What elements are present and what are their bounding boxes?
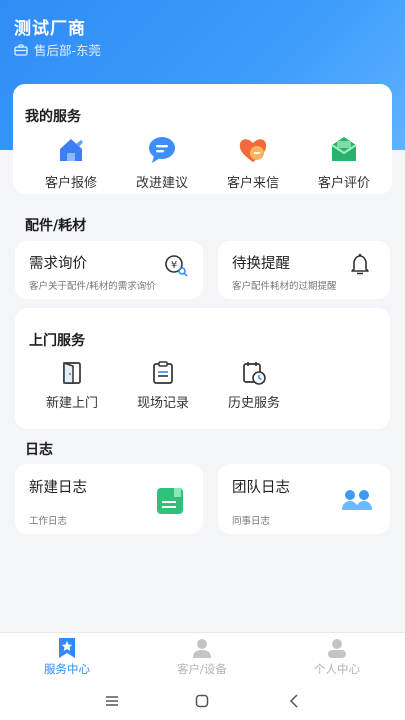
inquiry-card[interactable]: 需求询价 客户关于配件/耗材的需求询价 ¥: [15, 241, 203, 299]
team-log-desc: 同事日志: [232, 516, 271, 527]
visit-new[interactable]: 新建上门: [27, 360, 117, 411]
my-services-title: 我的服务: [25, 109, 81, 125]
door-icon: [63, 361, 81, 384]
service-customer-repair[interactable]: 客户报修: [26, 134, 116, 191]
new-log-desc: 工作日志: [29, 516, 68, 527]
tab-label: 服务中心: [44, 662, 90, 676]
back-icon[interactable]: [288, 694, 300, 708]
service-suggestion[interactable]: 改进建议: [117, 134, 207, 191]
envelope-review-icon: [331, 137, 357, 161]
repair-house-icon: [60, 139, 83, 161]
briefcase-icon: [14, 43, 28, 56]
visit-service-title: 上门服务: [29, 333, 85, 349]
service-label: 客户评价: [317, 176, 370, 191]
visit-label: 新建上门: [45, 396, 98, 411]
service-customer-review[interactable]: 客户评价: [299, 134, 389, 191]
yen-search-icon: ¥: [165, 255, 188, 277]
tab-customer-device[interactable]: 客户/设备: [152, 637, 252, 677]
reminder-card[interactable]: 待换提醒 客户配件耗材的过期提醒: [218, 241, 390, 299]
inquiry-desc: 客户关于配件/耗材的需求询价: [29, 281, 156, 292]
tab-label: 客户/设备: [177, 662, 227, 676]
bottom-tab-bar: 服务中心 客户/设备 个人中心: [0, 632, 405, 682]
tab-label: 个人中心: [314, 662, 360, 676]
new-log-card[interactable]: 新建日志 工作日志: [15, 464, 203, 534]
service-label: 改进建议: [135, 176, 188, 191]
person-icon: [193, 639, 211, 658]
log-section-title: 日志: [25, 442, 53, 458]
tab-service-center[interactable]: 服务中心: [17, 637, 117, 677]
visit-label: 历史服务: [227, 396, 280, 411]
system-nav-bar: [0, 682, 405, 720]
new-log-title: 新建日志: [29, 480, 87, 496]
reminder-desc: 客户配件耗材的过期提醒: [232, 281, 337, 292]
team-icon: [342, 490, 372, 510]
profile-icon: [328, 639, 346, 658]
service-customer-letter[interactable]: 客户来信: [208, 134, 298, 191]
menu-icon[interactable]: [105, 695, 119, 707]
my-services-card: 我的服务 客户报修 改进建议 客户来信 客户评价: [13, 84, 392, 194]
heart-letter-icon: [239, 139, 267, 162]
star-bookmark-icon: [59, 638, 75, 658]
parts-section-title: 配件/耗材: [25, 218, 87, 234]
visit-record[interactable]: 现场记录: [118, 360, 208, 411]
history-calendar-icon: [243, 362, 266, 385]
visit-service-card: 上门服务 新建上门 现场记录 历史服务: [15, 308, 390, 429]
reminder-title: 待换提醒: [232, 256, 290, 272]
team-log-card[interactable]: 团队日志 同事日志: [218, 464, 390, 534]
service-label: 客户报修: [44, 176, 97, 191]
department-row[interactable]: 售后部-东莞: [14, 40, 101, 59]
department-label: 售后部-东莞: [34, 43, 102, 58]
notebook-icon: [157, 488, 183, 514]
home-icon[interactable]: [195, 694, 209, 708]
visit-label: 现场记录: [136, 396, 189, 411]
service-label: 客户来信: [226, 176, 279, 191]
clipboard-icon: [153, 361, 173, 384]
company-name: 测试厂商: [14, 19, 86, 39]
tab-personal-center[interactable]: 个人中心: [287, 637, 387, 677]
suggestion-bubble-icon: [149, 137, 175, 163]
team-log-title: 团队日志: [232, 480, 290, 496]
inquiry-title: 需求询价: [29, 256, 87, 272]
svg-text:¥: ¥: [171, 260, 177, 271]
visit-history[interactable]: 历史服务: [209, 360, 299, 411]
bell-icon: [351, 253, 369, 275]
